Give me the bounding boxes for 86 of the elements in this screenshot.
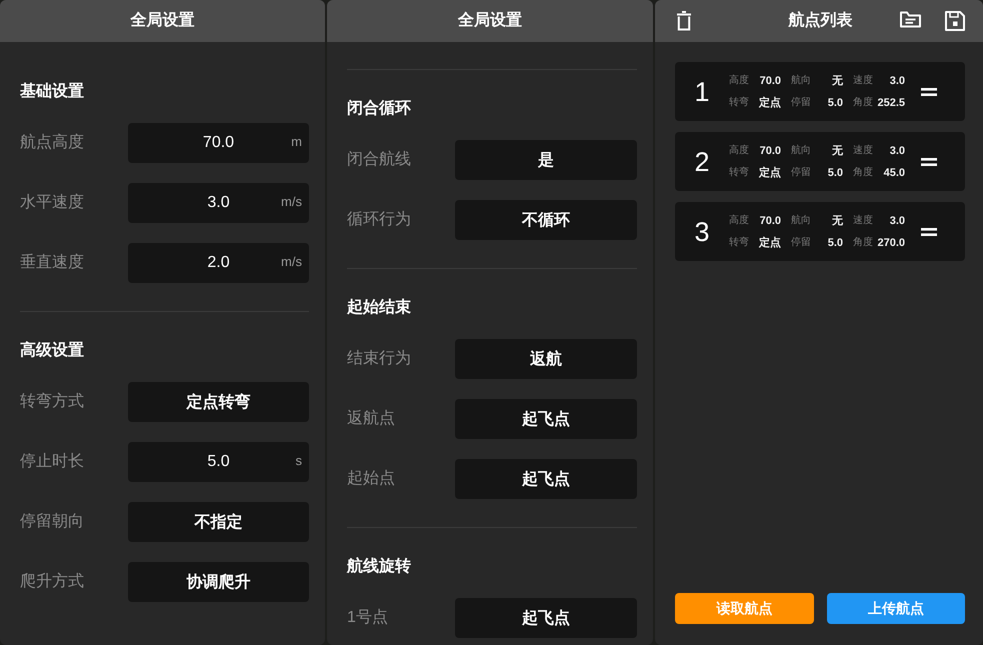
- setting-label: 停留朝向: [20, 512, 84, 532]
- section-title: 起始结束: [347, 298, 411, 318]
- detail-label: 速度: [853, 214, 873, 228]
- setting-label: 循环行为: [347, 210, 411, 230]
- select-field[interactable]: 不指定: [128, 502, 309, 542]
- detail-label: 转弯: [729, 96, 749, 110]
- detail-label: 高度: [729, 74, 749, 88]
- unit-label: m/s: [281, 254, 302, 269]
- detail-value: 70.0: [760, 144, 781, 158]
- detail-value: 5.0: [828, 236, 843, 250]
- section-title: 基础设置: [20, 82, 84, 102]
- detail-label: 转弯: [729, 166, 749, 180]
- detail-value: 70.0: [760, 74, 781, 88]
- detail-label: 速度: [853, 144, 873, 158]
- drag-handle-icon[interactable]: [921, 228, 937, 236]
- waypoint-card[interactable]: 3 高度 70.0 航向 无 速度 3.0 转弯 定点 停留 5.0 角度 270.0: [675, 202, 965, 261]
- detail-label: 航向: [791, 144, 811, 158]
- detail-value: 5.0: [828, 166, 843, 180]
- detail-value: 3.0: [890, 144, 905, 158]
- save-icon[interactable]: [945, 11, 965, 31]
- detail-label: 航向: [791, 214, 811, 228]
- setting-label: 返航点: [347, 409, 395, 429]
- detail-label: 角度: [853, 236, 873, 250]
- detail-value: 定点: [759, 166, 781, 180]
- setting-label: 垂直速度: [20, 253, 84, 273]
- number-field[interactable]: 70.0 m: [128, 123, 309, 163]
- select-field[interactable]: 起飞点: [455, 399, 637, 439]
- select-field[interactable]: 起飞点: [455, 459, 637, 499]
- section-title: 航线旋转: [347, 557, 411, 577]
- waypoint-card[interactable]: 2 高度 70.0 航向 无 速度 3.0 转弯 定点 停留 5.0 角度 45.0: [675, 132, 965, 191]
- detail-label: 高度: [729, 144, 749, 158]
- detail-label: 转弯: [729, 236, 749, 250]
- setting-label: 停止时长: [20, 452, 84, 472]
- unit-label: s: [296, 453, 302, 468]
- detail-value: 3.0: [890, 74, 905, 88]
- detail-value: 270.0: [877, 236, 905, 250]
- detail-label: 高度: [729, 214, 749, 228]
- setting-label: 闭合航线: [347, 150, 411, 170]
- number-field[interactable]: 5.0 s: [128, 442, 309, 482]
- section-title: 高级设置: [20, 341, 84, 361]
- number-field[interactable]: 2.0 m/s: [128, 243, 309, 283]
- setting-label: 起始点: [347, 469, 395, 489]
- detail-value: 无: [832, 144, 843, 158]
- detail-value: 45.0: [884, 166, 905, 180]
- section-title: 闭合循环: [347, 99, 411, 119]
- detail-label: 角度: [853, 166, 873, 180]
- trash-icon[interactable]: [676, 11, 692, 31]
- detail-label: 速度: [853, 74, 873, 88]
- detail-label: 航向: [791, 74, 811, 88]
- detail-label: 停留: [791, 166, 811, 180]
- waypoint-number: 1: [693, 76, 711, 106]
- detail-value: 5.0: [828, 96, 843, 110]
- select-field[interactable]: 返航: [455, 339, 637, 379]
- panel-title: 航点列表: [788, 11, 852, 31]
- detail-label: 停留: [791, 96, 811, 110]
- panel-title: 全局设置: [130, 11, 194, 31]
- detail-label: 停留: [791, 236, 811, 250]
- setting-label: 爬升方式: [20, 572, 84, 592]
- drag-handle-icon[interactable]: [921, 158, 937, 166]
- setting-label: 航点高度: [20, 133, 84, 153]
- setting-label: 水平速度: [20, 193, 84, 213]
- detail-value: 无: [832, 214, 843, 228]
- detail-value: 无: [832, 74, 843, 88]
- detail-value: 定点: [759, 96, 781, 110]
- setting-label: 1号点: [347, 608, 388, 628]
- detail-value: 定点: [759, 236, 781, 250]
- number-field[interactable]: 3.0 m/s: [128, 183, 309, 223]
- detail-value: 3.0: [890, 214, 905, 228]
- select-field[interactable]: 定点转弯: [128, 382, 309, 422]
- folder-icon[interactable]: [900, 11, 921, 28]
- unit-label: m: [291, 134, 302, 149]
- waypoint-number: 3: [693, 216, 711, 246]
- panel-title: 全局设置: [458, 11, 522, 31]
- unit-label: m/s: [281, 194, 302, 209]
- select-field[interactable]: 不循环: [455, 200, 637, 240]
- setting-label: 结束行为: [347, 349, 411, 369]
- drag-handle-icon[interactable]: [921, 88, 937, 96]
- select-field[interactable]: 是: [455, 140, 637, 180]
- waypoint-number: 2: [693, 146, 711, 176]
- waypoint-card[interactable]: 1 高度 70.0 航向 无 速度 3.0 转弯 定点 停留 5.0 角度 252.5: [675, 62, 965, 121]
- select-field[interactable]: 协调爬升: [128, 562, 309, 602]
- detail-label: 角度: [853, 96, 873, 110]
- detail-value: 70.0: [760, 214, 781, 228]
- select-field[interactable]: 起飞点: [455, 598, 637, 638]
- setting-label: 转弯方式: [20, 392, 84, 412]
- detail-value: 252.5: [877, 96, 905, 110]
